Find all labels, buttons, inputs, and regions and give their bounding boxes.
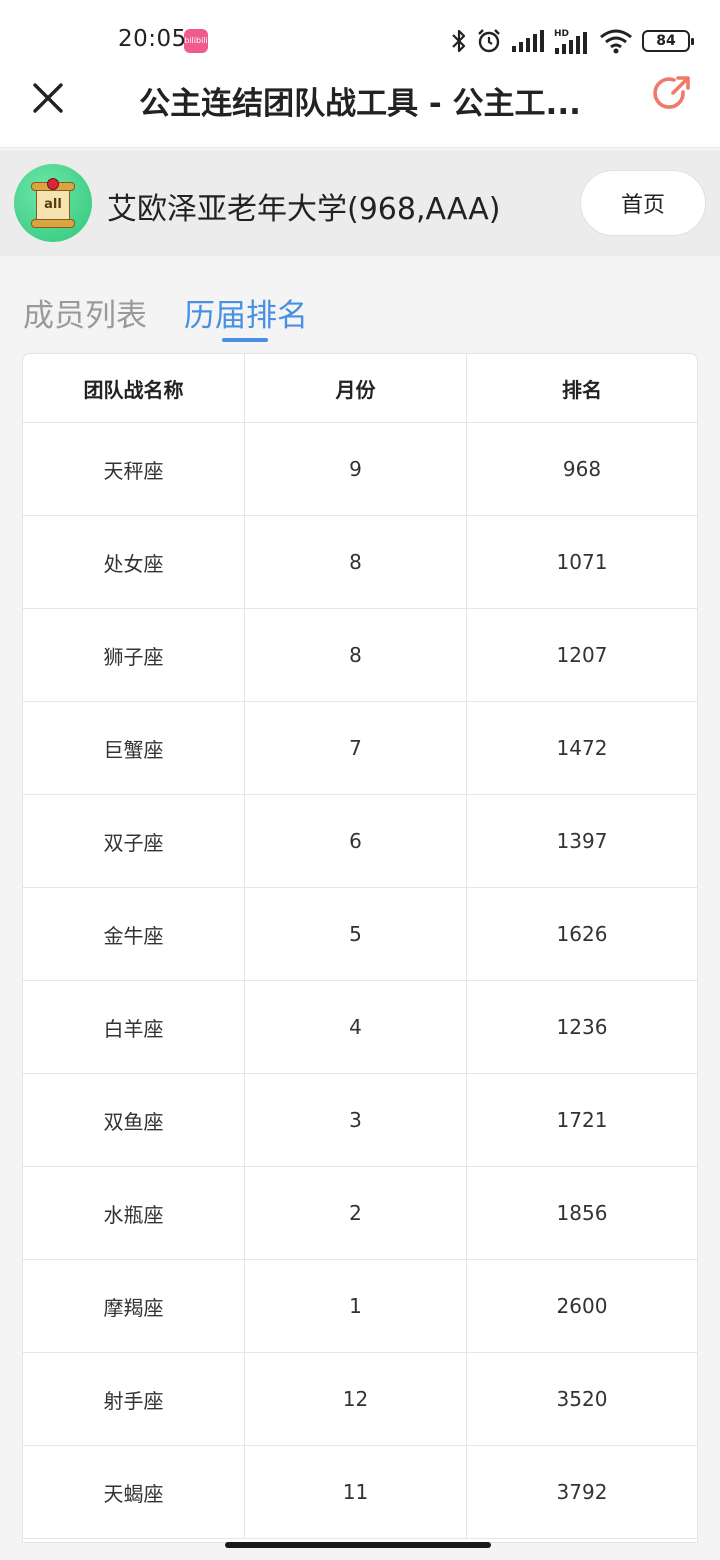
cell-rank: 1626	[556, 922, 608, 946]
close-icon	[33, 83, 63, 113]
cell-battle-name: 双子座	[23, 795, 245, 887]
cell-rank: 3520	[556, 1387, 608, 1411]
cell-month: 2	[245, 1167, 467, 1259]
table-row: 白羊座 4 1236	[23, 981, 697, 1074]
cell-rank: 2600	[556, 1294, 608, 1318]
cell-battle-name: 水瓶座	[23, 1167, 245, 1259]
status-time: 20:05	[118, 26, 187, 52]
cell-battle-name: 天秤座	[23, 423, 245, 515]
cell-month: 3	[245, 1074, 467, 1166]
header-battle-name: 团队战名称	[23, 354, 245, 422]
cell-battle-name: 白羊座	[23, 981, 245, 1073]
table-row: 狮子座 8 1207	[23, 609, 697, 702]
tab-past-rankings[interactable]: 历届排名	[184, 290, 308, 335]
table-row: 双子座 6 1397	[23, 795, 697, 888]
bilibili-app-icon: bilibili	[184, 29, 208, 53]
nav-bar: 公主连结团队战工具 - 公主工...	[0, 70, 720, 148]
cell-rank: 1207	[556, 643, 608, 667]
home-indicator[interactable]	[225, 1542, 491, 1548]
table-row: 水瓶座 2 1856	[23, 1167, 697, 1260]
cell-rank: 3792	[556, 1480, 608, 1504]
table-row: 射手座 12 3520	[23, 1353, 697, 1446]
cell-rank: 1721	[556, 1108, 608, 1132]
cell-battle-name: 双鱼座	[23, 1074, 245, 1166]
clan-avatar: all	[14, 164, 92, 242]
cell-month: 11	[245, 1446, 467, 1538]
close-button[interactable]	[28, 78, 68, 118]
tab-member-list[interactable]: 成员列表	[23, 290, 147, 335]
status-bar: 20:05 bilibili HD 84	[0, 0, 720, 70]
cell-month: 1	[245, 1260, 467, 1352]
cell-month: 4	[245, 981, 467, 1073]
rankings-table: 团队战名称 月份 排名 天秤座 9 968 处女座 8 1071 狮子座 8 1…	[22, 353, 698, 1543]
table-row: 双鱼座 3 1721	[23, 1074, 697, 1167]
signal-hd-icon: HD	[554, 27, 590, 55]
clan-header: all 艾欧泽亚老年大学(968,AAA) 首页	[0, 150, 720, 256]
table-row: 处女座 8 1071	[23, 516, 697, 609]
table-row: 天蝎座 11 3792	[23, 1446, 697, 1539]
cell-month: 12	[245, 1353, 467, 1445]
battery-indicator: 84	[642, 30, 694, 52]
cell-rank: 1071	[556, 550, 608, 574]
cell-battle-name: 射手座	[23, 1353, 245, 1445]
share-icon	[653, 76, 690, 109]
cell-month: 9	[245, 423, 467, 515]
header-month: 月份	[245, 354, 467, 422]
cell-rank: 1236	[556, 1015, 608, 1039]
cell-rank: 968	[562, 457, 602, 481]
home-button[interactable]: 首页	[580, 170, 706, 236]
wifi-icon	[599, 28, 633, 54]
cell-month: 7	[245, 702, 467, 794]
bluetooth-icon	[451, 28, 467, 54]
cell-battle-name: 巨蟹座	[23, 702, 245, 794]
avatar-text: all	[44, 197, 62, 212]
cell-month: 6	[245, 795, 467, 887]
cell-battle-name: 摩羯座	[23, 1260, 245, 1352]
svg-text:HD: HD	[554, 29, 569, 39]
cell-month: 5	[245, 888, 467, 980]
cell-battle-name: 金牛座	[23, 888, 245, 980]
header-rank: 排名	[562, 377, 602, 402]
table-row: 天秤座 9 968	[23, 423, 697, 516]
clan-name: 艾欧泽亚老年大学(968,AAA)	[107, 192, 501, 227]
table-row: 金牛座 5 1626	[23, 888, 697, 981]
table-row: 摩羯座 1 2600	[23, 1260, 697, 1353]
tab-bar: 成员列表 历届排名	[0, 256, 720, 352]
tab-active-indicator	[222, 338, 268, 342]
alarm-icon	[476, 28, 502, 54]
signal-icon	[511, 29, 545, 53]
share-button[interactable]	[652, 74, 692, 114]
cell-month: 8	[245, 516, 467, 608]
cell-rank: 1397	[556, 829, 608, 853]
cell-rank: 1472	[556, 736, 608, 760]
status-icons: HD 84	[451, 26, 694, 56]
page-title: 公主连结团队战工具 - 公主工...	[139, 86, 581, 122]
table-header-row: 团队战名称 月份 排名	[23, 354, 697, 423]
cell-month: 8	[245, 609, 467, 701]
table-row: 巨蟹座 7 1472	[23, 702, 697, 795]
cell-rank: 1856	[556, 1201, 608, 1225]
scroll-icon: all	[31, 178, 75, 228]
cell-battle-name: 天蝎座	[23, 1446, 245, 1538]
cell-battle-name: 狮子座	[23, 609, 245, 701]
cell-battle-name: 处女座	[23, 516, 245, 608]
